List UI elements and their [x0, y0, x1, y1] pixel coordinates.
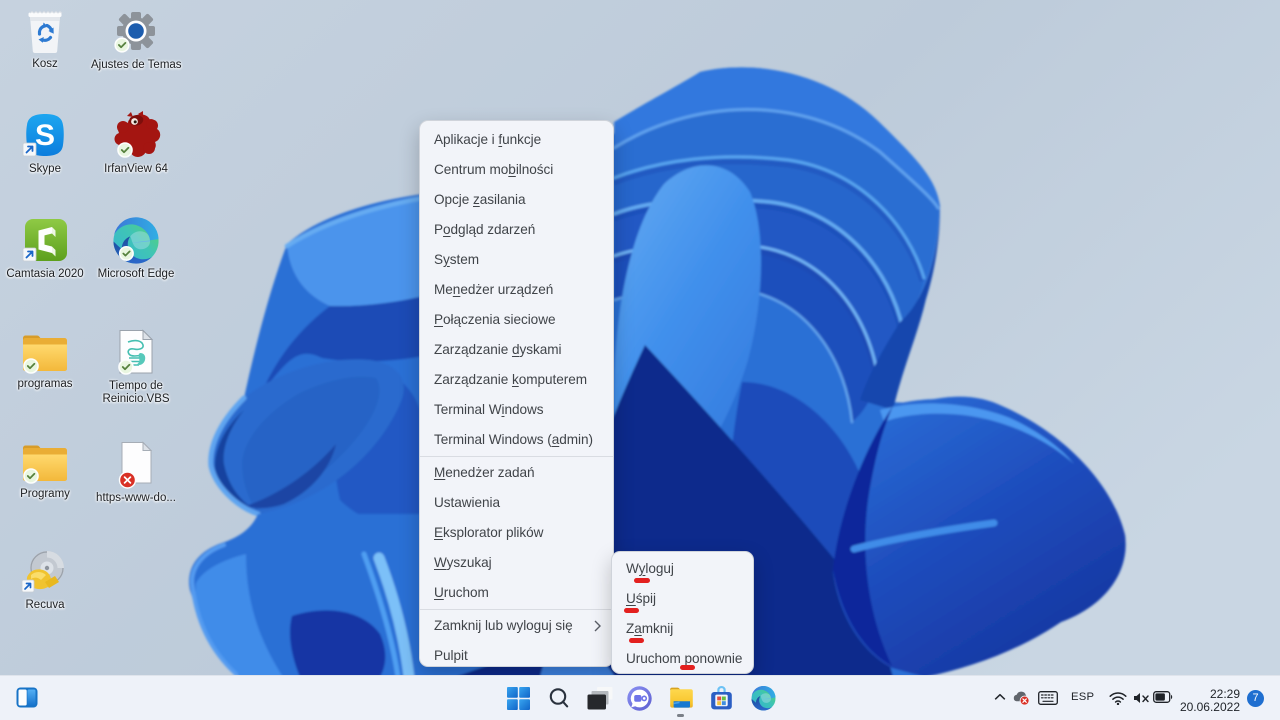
svg-text:S: S	[35, 119, 55, 152]
